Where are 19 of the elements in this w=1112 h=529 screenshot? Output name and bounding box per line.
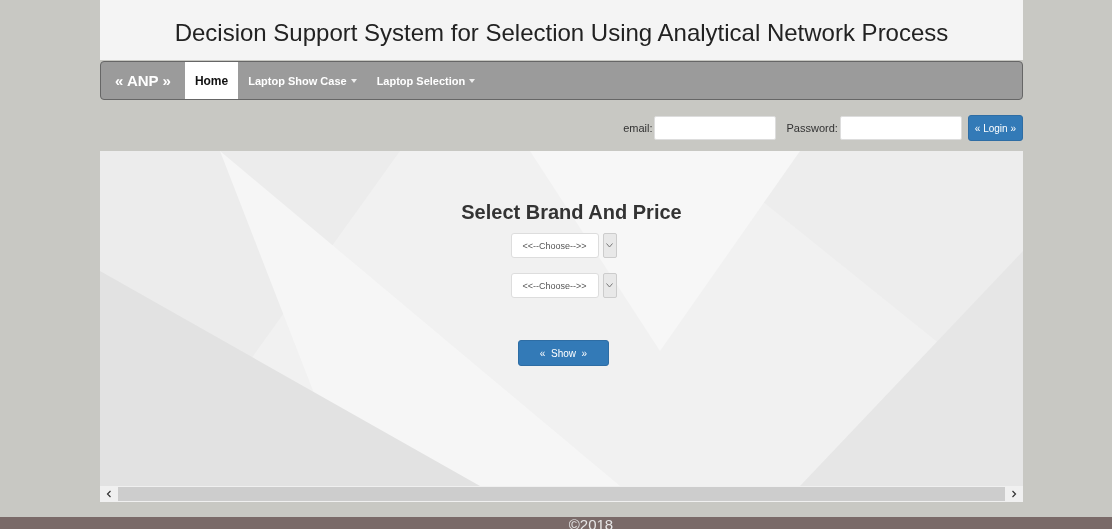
chevron-down-icon: [606, 283, 613, 288]
chevron-down-icon: [606, 243, 613, 248]
nav-link[interactable]: Home: [184, 62, 239, 99]
show-button[interactable]: « Show »: [518, 340, 609, 366]
field-label: email:: [623, 122, 653, 134]
field-label: Password:: [786, 122, 838, 134]
caret-icon: [469, 78, 476, 83]
input-field[interactable]: [839, 116, 962, 140]
input-field[interactable]: [654, 116, 777, 140]
nav-link[interactable]: Laptop Selection: [366, 62, 486, 99]
nav-link[interactable]: Laptop Show Case: [238, 62, 367, 99]
login-button[interactable]: « Login »: [967, 115, 1023, 141]
caret-icon: [350, 78, 357, 83]
form-heading: Select Brand And Price: [461, 201, 682, 224]
scroll-right-icon[interactable]: [1011, 490, 1017, 498]
brand-link[interactable]: « ANP »: [111, 62, 185, 99]
horizontal-scrollbar[interactable]: [100, 486, 1023, 502]
scroll-left-icon[interactable]: [106, 490, 112, 498]
site-title: Decision Support System for Selection Using Analytical Network Process: [174, 18, 949, 47]
